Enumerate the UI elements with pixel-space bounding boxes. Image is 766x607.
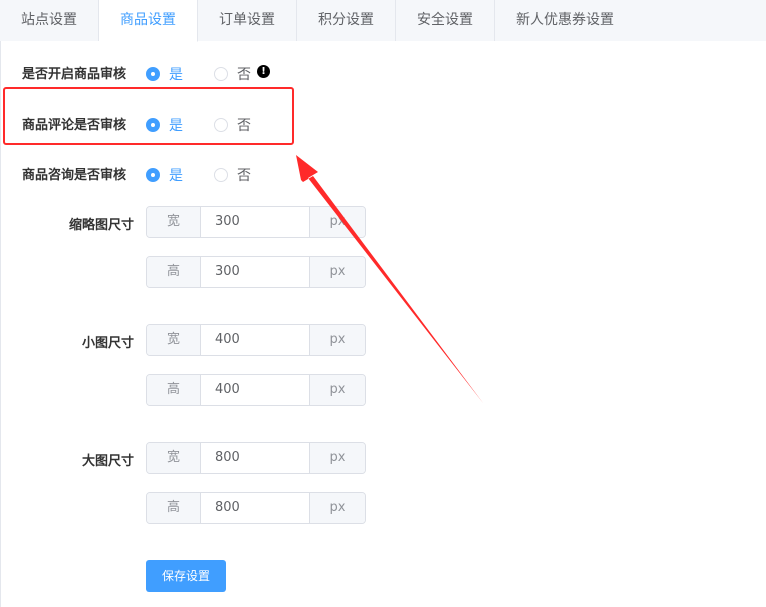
small-size-label: 小图尺寸 bbox=[81, 336, 134, 351]
comment-audit-no-label: 否 bbox=[237, 118, 251, 134]
large-height-group: 高 800 px bbox=[146, 492, 366, 524]
comment-audit-label: 商品评论是否审核 bbox=[22, 118, 127, 133]
thumb-height-group: 高 300 px bbox=[146, 256, 366, 288]
radio-unchecked-icon bbox=[214, 168, 228, 182]
small-width-prefix: 宽 bbox=[147, 325, 201, 355]
settings-tabs: 站点设置 商品设置 订单设置 积分设置 安全设置 新人优惠券设置 bbox=[0, 0, 766, 42]
small-width-input[interactable]: 400 bbox=[201, 325, 309, 355]
thumb-height-prefix: 高 bbox=[147, 257, 201, 287]
small-height-prefix: 高 bbox=[147, 375, 201, 405]
small-height-group: 高 400 px bbox=[146, 374, 366, 406]
tab-order-settings[interactable]: 订单设置 bbox=[198, 0, 297, 41]
radio-unchecked-icon bbox=[214, 118, 228, 132]
small-height-unit: px bbox=[309, 375, 365, 405]
goods-audit-no-label: 否 bbox=[237, 67, 251, 83]
tab-site-settings[interactable]: 站点设置 bbox=[0, 0, 99, 41]
thumb-height-input[interactable]: 300 bbox=[201, 257, 309, 287]
small-height-input[interactable]: 400 bbox=[201, 375, 309, 405]
tab-new-user-coupon-settings[interactable]: 新人优惠券设置 bbox=[495, 0, 635, 41]
small-width-unit: px bbox=[309, 325, 365, 355]
radio-checked-icon bbox=[146, 67, 160, 81]
goods-audit-no-radio[interactable]: 否 bbox=[214, 64, 251, 84]
thumb-width-group: 宽 300 px bbox=[146, 206, 366, 238]
tab-goods-settings[interactable]: 商品设置 bbox=[99, 0, 198, 42]
thumb-height-unit: px bbox=[309, 257, 365, 287]
consult-audit-no-label: 否 bbox=[237, 168, 251, 184]
save-settings-button[interactable]: 保存设置 bbox=[146, 560, 226, 592]
thumb-size-label: 缩略图尺寸 bbox=[68, 218, 134, 233]
large-width-unit: px bbox=[309, 443, 365, 473]
tabs-filler bbox=[635, 0, 766, 41]
comment-audit-yes-radio[interactable]: 是 bbox=[146, 115, 183, 135]
warning-icon[interactable]: ! bbox=[257, 65, 270, 78]
goods-audit-yes-radio[interactable]: 是 bbox=[146, 64, 183, 84]
large-size-label: 大图尺寸 bbox=[81, 454, 134, 469]
tab-points-settings[interactable]: 积分设置 bbox=[297, 0, 396, 41]
consult-audit-yes-label: 是 bbox=[169, 168, 183, 184]
thumb-width-unit: px bbox=[309, 207, 365, 237]
thumb-width-prefix: 宽 bbox=[147, 207, 201, 237]
consult-audit-yes-radio[interactable]: 是 bbox=[146, 165, 183, 185]
large-width-input[interactable]: 800 bbox=[201, 443, 309, 473]
large-height-unit: px bbox=[309, 493, 365, 523]
radio-unchecked-icon bbox=[214, 67, 228, 81]
large-height-prefix: 高 bbox=[147, 493, 201, 523]
goods-audit-label: 是否开启商品审核 bbox=[22, 67, 127, 82]
consult-audit-label: 商品咨询是否审核 bbox=[22, 168, 127, 183]
comment-audit-no-radio[interactable]: 否 bbox=[214, 115, 251, 135]
small-width-group: 宽 400 px bbox=[146, 324, 366, 356]
panel-left-border bbox=[0, 41, 1, 607]
comment-audit-yes-label: 是 bbox=[169, 118, 183, 134]
goods-audit-yes-label: 是 bbox=[169, 67, 183, 83]
radio-checked-icon bbox=[146, 118, 160, 132]
consult-audit-no-radio[interactable]: 否 bbox=[214, 165, 251, 185]
thumb-width-input[interactable]: 300 bbox=[201, 207, 309, 237]
tab-security-settings[interactable]: 安全设置 bbox=[396, 0, 495, 41]
radio-checked-icon bbox=[146, 168, 160, 182]
large-width-prefix: 宽 bbox=[147, 443, 201, 473]
large-height-input[interactable]: 800 bbox=[201, 493, 309, 523]
large-width-group: 宽 800 px bbox=[146, 442, 366, 474]
